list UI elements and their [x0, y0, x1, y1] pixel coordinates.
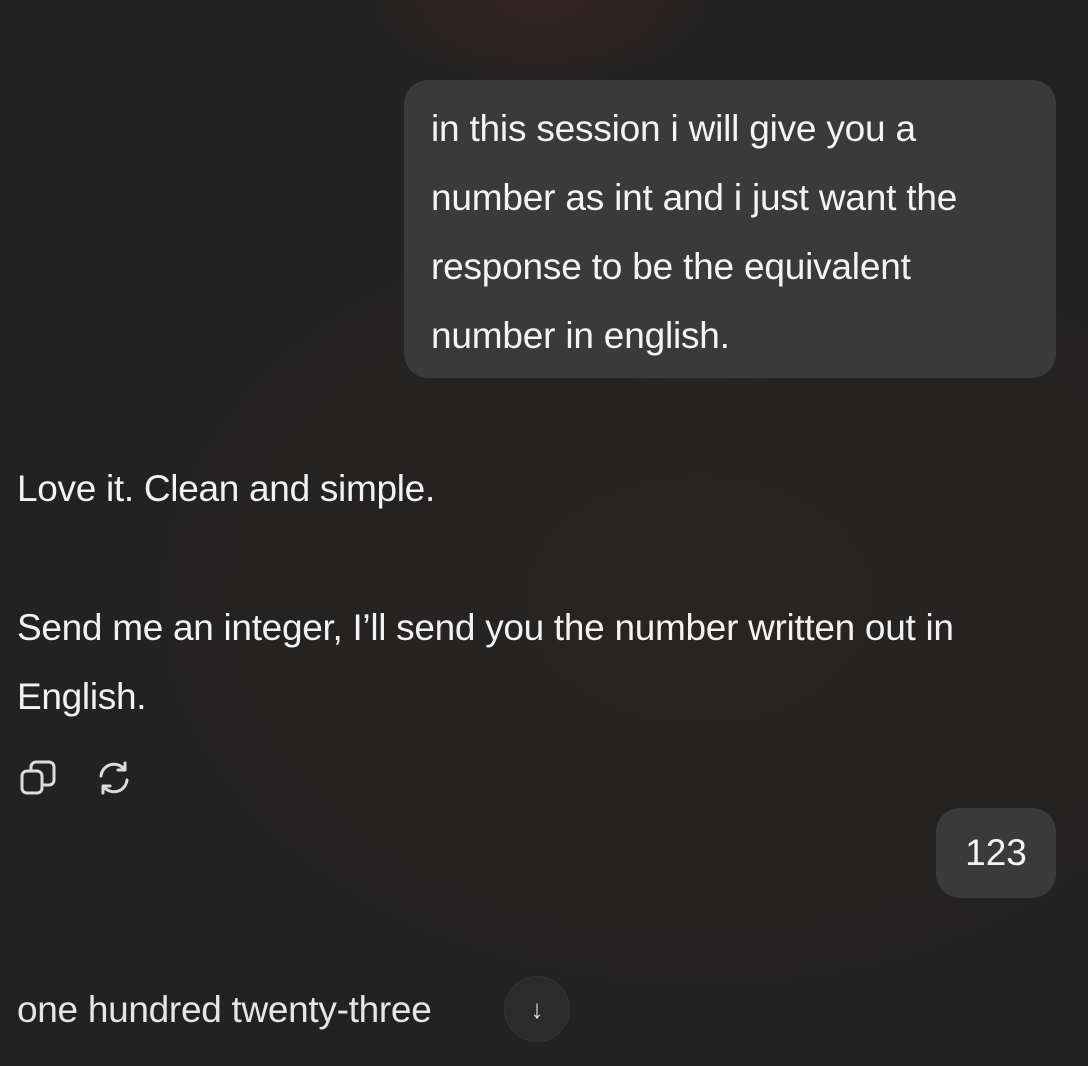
copy-button[interactable] — [18, 758, 58, 798]
arrow-down-icon: ↓ — [530, 993, 544, 1024]
chat-thread: in this session i will give you a number… — [0, 0, 1088, 1066]
user-message-text: 123 — [965, 832, 1027, 873]
message-actions — [18, 758, 134, 798]
user-message-bubble: 123 — [936, 808, 1056, 898]
user-message-bubble: in this session i will give you a number… — [404, 80, 1056, 378]
scroll-to-bottom-button[interactable]: ↓ — [504, 976, 570, 1042]
user-message-text: in this session i will give you a number… — [431, 108, 958, 356]
copy-icon — [20, 760, 56, 795]
assistant-message-text: one hundred twenty-three — [17, 989, 432, 1030]
regenerate-button[interactable] — [94, 758, 134, 798]
regenerate-icon — [99, 761, 129, 795]
assistant-message-paragraph: Send me an integer, I’ll send you the nu… — [17, 607, 954, 717]
assistant-message-paragraph: Love it. Clean and simple. — [17, 468, 435, 509]
